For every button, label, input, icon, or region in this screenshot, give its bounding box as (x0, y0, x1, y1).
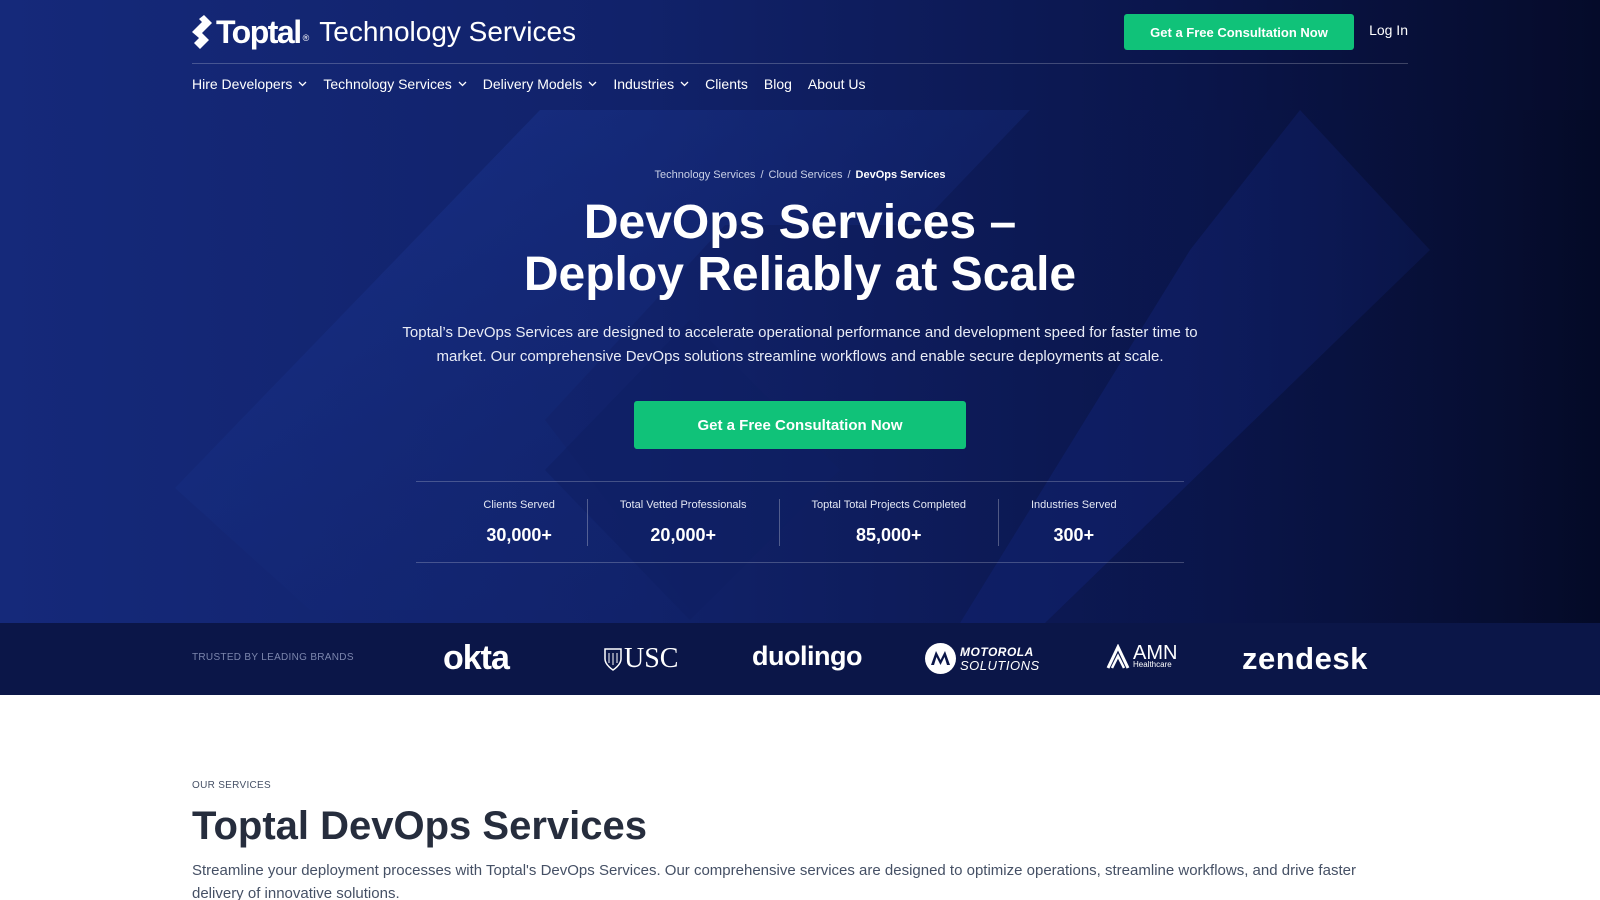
brand-registered-mark: ® (302, 33, 310, 43)
stat-clients-served: Clients Served 30,000+ (451, 499, 587, 546)
breadcrumb: Technology Services / Cloud Services / DevOp… (0, 169, 1600, 181)
breadcrumb-cloud-services[interactable]: Cloud Services (769, 169, 843, 181)
header-consultation-button[interactable]: Get a Free Consultation Now (1124, 14, 1354, 50)
nav-item-label: Industries (613, 76, 675, 92)
nav-delivery-models[interactable]: Delivery Models (483, 76, 598, 92)
services-title: Toptal DevOps Services (192, 804, 647, 848)
services-description: Streamline your deployment processes wit… (192, 862, 1356, 900)
toptal-mark-icon (192, 15, 212, 49)
nav-item-label: Delivery Models (482, 76, 583, 92)
stat-vetted-professionals: Total Vetted Professionals 20,000+ (586, 498, 779, 546)
services-section: OUR SERVICES Toptal DevOps Services Stre… (192, 780, 1408, 900)
amn-healthcare-logo: AMN Healthcare (1106, 643, 1177, 670)
title-line-1: DevOps Services – (583, 196, 1017, 249)
nav-hire-developers[interactable]: Hire Developers (192, 76, 307, 92)
usc-shield-icon (604, 648, 622, 671)
nav-technology-services[interactable]: Technology Services (323, 76, 467, 92)
usc-logo: USC (604, 643, 678, 675)
hero-consultation-button[interactable]: Get a Free Consultation Now (634, 401, 966, 449)
breadcrumb-technology-services[interactable]: Technology Services (655, 169, 756, 181)
brand-logo[interactable]: Toptal ® Technology Services (192, 14, 576, 50)
stats-bar: Clients Served 30,000+ Total Vetted Prof… (416, 481, 1184, 563)
okta-logo: okta (443, 639, 510, 677)
top-bar: Toptal ® Technology Services Get a Free … (192, 0, 1408, 64)
stat-value: 85,000+ (855, 524, 922, 545)
services-eyebrow: OUR SERVICES (192, 780, 271, 791)
login-link[interactable]: Log In (1369, 22, 1408, 38)
stat-value: 30,000+ (486, 524, 552, 545)
stat-label: Industries Served (1031, 498, 1117, 511)
breadcrumb-current: DevOps Services (855, 169, 946, 181)
breadcrumb-separator: / (847, 169, 851, 181)
brand-subtitle: Technology Services (319, 16, 577, 47)
main-nav: Hire Developers Technology Services Deli… (192, 74, 882, 94)
stat-projects-completed: Toptal Total Projects Completed 85,000+ (778, 498, 999, 546)
zendesk-logo: zendesk (1242, 641, 1368, 676)
stat-label: Total Vetted Professionals (619, 498, 747, 511)
motorola-m-icon (925, 643, 956, 674)
nav-blog[interactable]: Blog (764, 76, 792, 92)
motorola-solutions-logo: MOTOROLA SOLUTIONS (925, 643, 1040, 674)
duolingo-logo: duolingo (752, 641, 862, 671)
chevron-down-icon (588, 81, 597, 87)
chevron-down-icon (458, 81, 467, 87)
stat-value: 20,000+ (650, 524, 716, 545)
page-title: DevOps Services – Deploy Reliably at Sca… (0, 197, 1600, 301)
stat-label: Toptal Total Projects Completed (811, 498, 967, 511)
hero-description: Toptal’s DevOps Services are designed to… (402, 324, 1198, 365)
nav-item-label: About Us (807, 76, 866, 92)
trusted-brands-label: TRUSTED BY LEADING BRANDS (192, 652, 354, 663)
nav-item-label: Technology Services (323, 76, 452, 92)
stat-value: 300+ (1053, 524, 1095, 545)
brand-name: Toptal (216, 13, 302, 50)
hero-section: Toptal ® Technology Services Get a Free … (0, 0, 1600, 695)
amn-mark-icon (1106, 644, 1130, 669)
chevron-down-icon (680, 81, 689, 87)
title-line-2: Deploy Reliably at Scale (523, 248, 1077, 301)
chevron-down-icon (298, 81, 307, 87)
nav-item-label: Hire Developers (192, 76, 293, 92)
trusted-brands-strip: TRUSTED BY LEADING BRANDS okta USC duoli… (0, 623, 1600, 695)
breadcrumb-separator: / (760, 169, 764, 181)
nav-industries[interactable]: Industries (613, 76, 689, 92)
stat-industries-served: Industries Served 300+ (998, 498, 1149, 546)
nav-about-us[interactable]: About Us (808, 76, 866, 92)
nav-item-label: Clients (705, 76, 748, 92)
nav-item-label: Blog (763, 76, 792, 92)
nav-clients[interactable]: Clients (705, 76, 748, 92)
stat-label: Clients Served (483, 498, 555, 511)
